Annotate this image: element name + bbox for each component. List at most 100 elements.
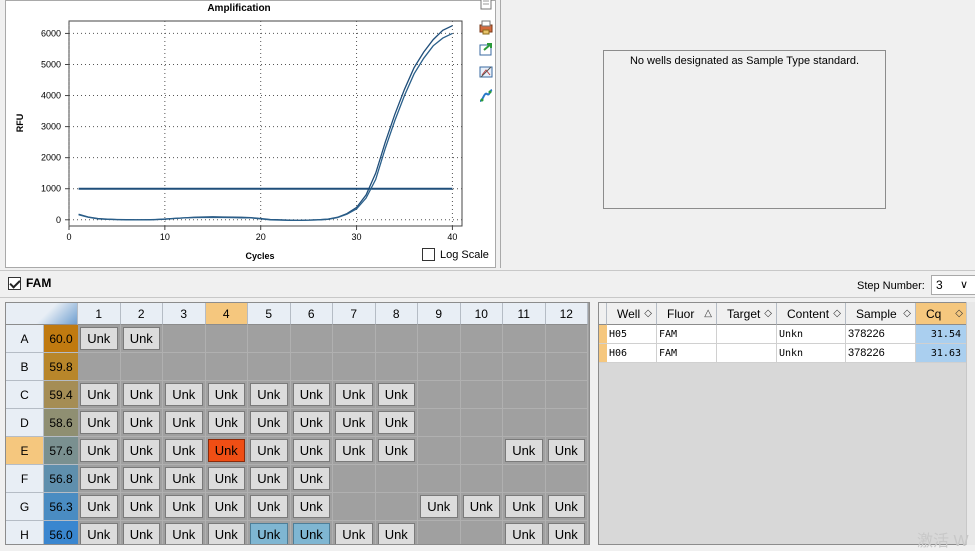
sort-ascending-icon[interactable]: △ xyxy=(704,303,712,325)
plate-well[interactable]: Unk xyxy=(375,521,418,544)
results-cell-sample[interactable]: 378226 xyxy=(846,344,916,363)
results-column-header[interactable]: Content ◇ xyxy=(777,303,846,325)
plate-well[interactable] xyxy=(460,409,503,437)
plate-well[interactable]: Unk xyxy=(78,521,121,544)
plate-well[interactable] xyxy=(163,353,206,381)
results-cell-content[interactable]: Unkn xyxy=(777,325,846,344)
plate-well[interactable] xyxy=(418,437,461,465)
plate-well[interactable] xyxy=(248,325,291,353)
plate-well[interactable]: Unk xyxy=(163,381,206,409)
plate-well[interactable]: Unk xyxy=(120,381,163,409)
plate-well[interactable] xyxy=(503,381,546,409)
plate-well[interactable] xyxy=(503,325,546,353)
results-row-selector[interactable] xyxy=(599,325,607,344)
plate-well[interactable]: Unk xyxy=(205,521,248,544)
plate-well[interactable]: Unk xyxy=(333,381,376,409)
plate-well[interactable]: Unk xyxy=(248,521,291,544)
plate-well[interactable] xyxy=(418,353,461,381)
plate-well[interactable]: Unk xyxy=(120,437,163,465)
plate-well[interactable]: Unk xyxy=(290,465,333,493)
plate-well[interactable] xyxy=(545,325,588,353)
plate-column-header[interactable]: 1 xyxy=(78,303,121,325)
sort-icon[interactable]: ◇ xyxy=(833,303,841,325)
plate-row-header[interactable]: C xyxy=(6,381,44,409)
plate-well[interactable]: Unk xyxy=(375,437,418,465)
plate-column-header[interactable]: 6 xyxy=(290,303,333,325)
results-column-header[interactable]: Sample ◇ xyxy=(846,303,916,325)
plate-well[interactable] xyxy=(460,381,503,409)
plate-row-header[interactable]: H xyxy=(6,521,44,544)
sort-icon[interactable]: ◇ xyxy=(955,303,963,325)
results-row-selector[interactable] xyxy=(599,344,607,363)
results-cell-target[interactable] xyxy=(717,325,777,344)
plate-column-header[interactable]: 10 xyxy=(460,303,503,325)
plate-well[interactable] xyxy=(418,409,461,437)
plate-well[interactable]: Unk xyxy=(163,437,206,465)
plate-row-header[interactable]: E xyxy=(6,437,44,465)
plate-well[interactable]: Unk xyxy=(545,437,588,465)
plate-column-header[interactable]: 4 xyxy=(205,303,248,325)
plate-well[interactable] xyxy=(333,353,376,381)
plate-well[interactable]: Unk xyxy=(290,437,333,465)
export-chart-icon[interactable] xyxy=(478,41,494,57)
plate-well[interactable] xyxy=(503,465,546,493)
plate-well[interactable] xyxy=(205,353,248,381)
plate-column-header[interactable]: 7 xyxy=(333,303,376,325)
results-scrollbar[interactable] xyxy=(966,302,975,545)
plate-well[interactable]: Unk xyxy=(545,493,588,521)
plate-well[interactable] xyxy=(545,409,588,437)
plate-column-header[interactable]: 8 xyxy=(375,303,418,325)
results-column-header[interactable]: Cq ◇ xyxy=(916,303,968,325)
results-cell-cq[interactable]: 31.54 xyxy=(916,325,968,344)
plate-well[interactable]: Unk xyxy=(333,437,376,465)
plate-well[interactable] xyxy=(460,521,503,544)
plate-well[interactable]: Unk xyxy=(503,493,546,521)
results-cell-content[interactable]: Unkn xyxy=(777,344,846,363)
plate-column-header[interactable]: 11 xyxy=(503,303,546,325)
plate-well[interactable]: Unk xyxy=(460,493,503,521)
plate-well[interactable]: Unk xyxy=(78,381,121,409)
plate-well[interactable] xyxy=(418,325,461,353)
plate-row-header[interactable]: G xyxy=(6,493,44,521)
plate-well[interactable]: Unk xyxy=(205,437,248,465)
plate-well[interactable] xyxy=(205,325,248,353)
results-column-header[interactable]: Well ◇ xyxy=(607,303,657,325)
fam-checkbox[interactable] xyxy=(8,276,21,290)
plate-well[interactable]: Unk xyxy=(375,381,418,409)
plate-well[interactable] xyxy=(418,465,461,493)
results-cell-well[interactable]: H05 xyxy=(607,325,657,344)
plate-well[interactable]: Unk xyxy=(418,493,461,521)
plate-well[interactable]: Unk xyxy=(503,521,546,544)
plate-column-header[interactable]: 5 xyxy=(248,303,291,325)
plate-well[interactable]: Unk xyxy=(545,521,588,544)
plate-well[interactable]: Unk xyxy=(248,493,291,521)
plate-well[interactable] xyxy=(120,353,163,381)
curve-fit-icon[interactable] xyxy=(478,88,494,104)
plate-well[interactable]: Unk xyxy=(78,437,121,465)
log-scale-checkbox[interactable] xyxy=(422,248,435,261)
plate-well[interactable]: Unk xyxy=(205,465,248,493)
plate-well[interactable]: Unk xyxy=(248,437,291,465)
plate-column-header[interactable]: 2 xyxy=(120,303,163,325)
step-number-select[interactable]: 3 ∨ xyxy=(931,275,975,295)
plate-row-header[interactable]: A xyxy=(6,325,44,353)
plate-select-all[interactable] xyxy=(6,303,78,325)
plate-well[interactable] xyxy=(375,465,418,493)
plate-well[interactable]: Unk xyxy=(248,465,291,493)
log-scale-toggle[interactable]: Log Scale xyxy=(422,248,489,261)
plate-well[interactable]: Unk xyxy=(163,465,206,493)
plate-well[interactable] xyxy=(333,493,376,521)
plate-well[interactable]: Unk xyxy=(78,409,121,437)
plate-column-header[interactable]: 3 xyxy=(163,303,206,325)
plate-well[interactable] xyxy=(545,465,588,493)
results-cell-cq[interactable]: 31.63 xyxy=(916,344,968,363)
plate-well[interactable] xyxy=(163,325,206,353)
plate-well[interactable]: Unk xyxy=(333,521,376,544)
plate-well[interactable]: Unk xyxy=(120,465,163,493)
results-cell-sample[interactable]: 378226 xyxy=(846,325,916,344)
plate-well[interactable] xyxy=(248,353,291,381)
plate-well[interactable] xyxy=(290,325,333,353)
plate-well[interactable] xyxy=(290,353,333,381)
fluor-toggle[interactable]: FAM xyxy=(8,276,51,290)
chevron-down-icon[interactable]: ∨ xyxy=(960,278,968,291)
